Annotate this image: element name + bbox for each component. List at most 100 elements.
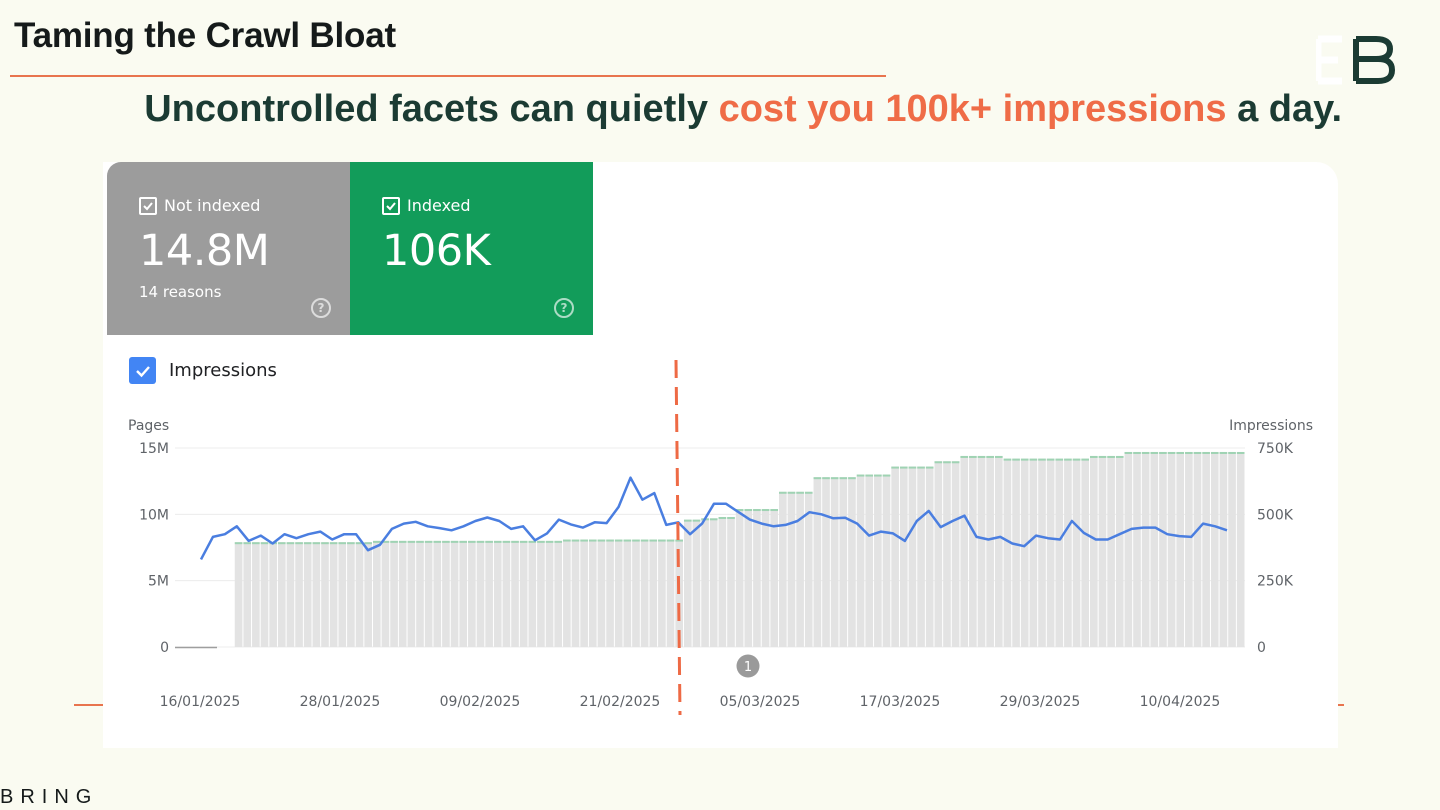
- page-bar: [1090, 455, 1098, 647]
- page-bar: [761, 509, 770, 647]
- page-bar: [1228, 451, 1236, 647]
- page-bar: [1193, 451, 1202, 647]
- page-bar: [468, 540, 476, 647]
- headline: Uncontrolled facets can quietly cost you…: [0, 88, 1430, 131]
- x-tick-label: 29/03/2025: [1000, 694, 1081, 710]
- title-divider: [10, 75, 886, 77]
- page-bar-top: [1072, 458, 1081, 461]
- page-bar: [848, 477, 856, 647]
- page-bar: [856, 474, 865, 647]
- page-bar: [666, 539, 675, 647]
- page-bar: [632, 539, 640, 647]
- index-coverage-card: Not indexed 14.8M 14 reasons ? Indexed 1…: [103, 162, 1338, 748]
- page-bar-top: [407, 540, 416, 543]
- page-bar: [1236, 451, 1245, 647]
- page-bar-top: [450, 540, 459, 543]
- page-bar-top: [1107, 455, 1115, 458]
- headline-part2: a day.: [1226, 88, 1342, 130]
- slide-title: Taming the Crawl Bloat: [14, 16, 396, 55]
- page-bar-top: [632, 539, 640, 542]
- page-bar-top: [753, 509, 761, 512]
- page-bar-top: [986, 455, 994, 458]
- page-bar-top: [1124, 451, 1133, 454]
- page-bar-top: [468, 540, 476, 543]
- page-bar-top: [839, 477, 848, 480]
- page-bar-top: [874, 474, 882, 477]
- page-bar-top: [709, 518, 718, 521]
- page-bar-top: [951, 461, 960, 464]
- y2-tick-label: 750K: [1257, 441, 1294, 457]
- page-bar-top: [234, 542, 243, 545]
- page-bar: [1202, 451, 1210, 647]
- page-bar-top: [623, 539, 632, 542]
- page-bar: [640, 539, 649, 647]
- page-bar: [986, 455, 994, 647]
- page-bar: [519, 540, 528, 647]
- page-bar-top: [519, 540, 528, 543]
- page-bar: [649, 539, 658, 647]
- page-bar-top: [1090, 455, 1098, 458]
- page-bar-top: [545, 540, 554, 543]
- page-bar: [994, 455, 1003, 647]
- page-bar-top: [899, 466, 908, 469]
- page-bar: [312, 542, 321, 647]
- page-bar: [252, 542, 260, 647]
- page-bar: [606, 539, 614, 647]
- headline-accent: cost you 100k+ impressions: [718, 88, 1227, 130]
- page-bar: [735, 509, 744, 647]
- page-bar: [882, 474, 891, 647]
- page-bar-top: [1115, 455, 1124, 458]
- page-bar-top: [1236, 451, 1245, 454]
- page-bar-top: [1193, 451, 1202, 454]
- page-bar: [398, 540, 407, 647]
- page-bar: [1124, 451, 1133, 647]
- page-bar: [977, 455, 986, 647]
- page-bar: [269, 542, 277, 647]
- page-bar: [571, 539, 580, 647]
- annotation-label: 1: [744, 660, 752, 675]
- page-bar: [1012, 458, 1020, 647]
- x-tick-label: 28/01/2025: [300, 694, 381, 710]
- page-bar: [580, 539, 588, 647]
- page-bar-top: [597, 539, 606, 542]
- page-bar: [822, 477, 830, 647]
- x-tick-label: 09/02/2025: [440, 694, 521, 710]
- page-bar-top: [761, 509, 770, 512]
- page-bar: [934, 461, 943, 647]
- page-bar: [416, 540, 424, 647]
- page-bar-top: [1219, 451, 1228, 454]
- page-bar-top: [614, 539, 623, 542]
- page-bar-top: [960, 455, 969, 458]
- page-bar: [1107, 455, 1115, 647]
- y2-tick-label: 0: [1257, 640, 1266, 656]
- page-bar-top: [286, 542, 295, 545]
- page-bar: [960, 455, 969, 647]
- page-bar-top: [683, 519, 692, 522]
- page-bar-top: [493, 540, 502, 543]
- page-bar-top: [372, 540, 381, 543]
- page-bar: [234, 542, 243, 647]
- page-bar: [1055, 458, 1064, 647]
- page-bar-top: [1046, 458, 1055, 461]
- page-bar-top: [830, 477, 839, 480]
- page-bar: [450, 540, 459, 647]
- page-bar: [692, 519, 701, 647]
- page-bar-top: [908, 466, 917, 469]
- y-axis-left-title: Pages: [128, 418, 169, 434]
- page-bar: [779, 491, 787, 647]
- headline-part1: Uncontrolled facets can quietly: [144, 88, 719, 130]
- page-bar-top: [1202, 451, 1210, 454]
- page-bar-top: [882, 474, 891, 477]
- page-bar-top: [459, 540, 468, 543]
- page-bar: [424, 540, 433, 647]
- page-bar: [1029, 458, 1038, 647]
- page-bar-top: [718, 516, 727, 519]
- page-bar-top: [277, 542, 286, 545]
- annotation-marker[interactable]: 1: [736, 654, 760, 678]
- page-bar-top: [580, 539, 588, 542]
- page-bar: [338, 542, 347, 647]
- page-bar-top: [856, 474, 865, 477]
- page-bar-top: [554, 540, 563, 543]
- page-bar-top: [442, 540, 450, 543]
- page-bar-top: [252, 542, 260, 545]
